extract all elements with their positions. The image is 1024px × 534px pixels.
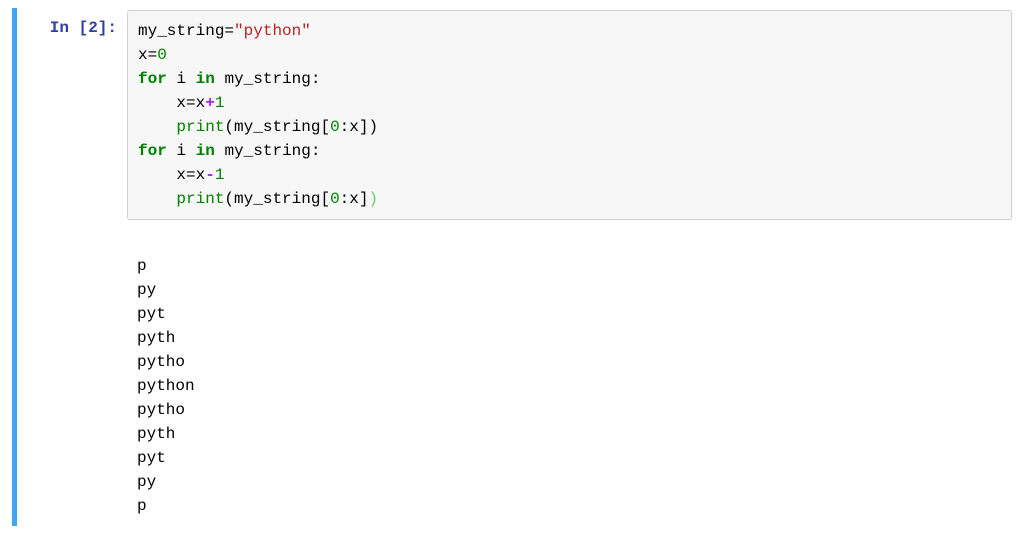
tok: = <box>186 94 196 112</box>
tok: x <box>138 46 148 64</box>
tok: x <box>349 190 359 208</box>
cell-content: my_string="python" x=0 for i in my_strin… <box>127 10 1012 524</box>
tok: : <box>340 190 350 208</box>
tok: : <box>340 118 350 136</box>
tok: ( <box>224 118 234 136</box>
code-line: x=x-1 <box>138 166 224 184</box>
tok: in <box>196 70 215 88</box>
code-line: for i in my_string: <box>138 70 320 88</box>
tok: print <box>176 190 224 208</box>
tok: : <box>311 142 321 160</box>
tok: ) <box>369 190 379 208</box>
code-line: for i in my_string: <box>138 142 320 160</box>
tok: my_string <box>234 190 320 208</box>
code-cell: In [2]: my_string="python" x=0 for i in … <box>12 8 1012 526</box>
tok: ] <box>359 118 369 136</box>
input-prompt: In [2]: <box>17 10 127 524</box>
tok: 1 <box>215 166 225 184</box>
tok: my_string <box>224 70 310 88</box>
tok: = <box>148 46 158 64</box>
tok: + <box>205 94 215 112</box>
tok: [ <box>320 118 330 136</box>
code-output: p py pyt pyth pytho python pytho pyth py… <box>127 220 1012 524</box>
code-line: x=0 <box>138 46 167 64</box>
tok: - <box>205 166 215 184</box>
tok <box>138 94 176 112</box>
tok: i <box>176 70 186 88</box>
tok <box>138 166 176 184</box>
tok: 0 <box>157 46 167 64</box>
tok: x <box>176 94 186 112</box>
tok: x <box>176 166 186 184</box>
tok: in <box>196 142 215 160</box>
tok: my_string <box>138 22 224 40</box>
tok: 1 <box>215 94 225 112</box>
tok <box>138 190 176 208</box>
code-input[interactable]: my_string="python" x=0 for i in my_strin… <box>127 10 1012 220</box>
tok: for <box>138 142 167 160</box>
tok: : <box>311 70 321 88</box>
tok: my_string <box>234 118 320 136</box>
tok <box>138 118 176 136</box>
tok: = <box>186 166 196 184</box>
tok: [ <box>320 190 330 208</box>
tok: ) <box>369 118 379 136</box>
tok: i <box>176 142 186 160</box>
tok: print <box>176 118 224 136</box>
tok: x <box>196 166 206 184</box>
tok: x <box>349 118 359 136</box>
tok: x <box>196 94 206 112</box>
code-line: x=x+1 <box>138 94 224 112</box>
code-line: my_string="python" <box>138 22 311 40</box>
tok: ( <box>224 190 234 208</box>
tok: = <box>224 22 234 40</box>
tok: 0 <box>330 190 340 208</box>
tok: my_string <box>224 142 310 160</box>
tok: for <box>138 70 167 88</box>
code-line: print(my_string[0:x]) <box>138 190 378 208</box>
tok: 0 <box>330 118 340 136</box>
tok: ] <box>359 190 369 208</box>
tok: "python" <box>234 22 311 40</box>
code-line: print(my_string[0:x]) <box>138 118 378 136</box>
